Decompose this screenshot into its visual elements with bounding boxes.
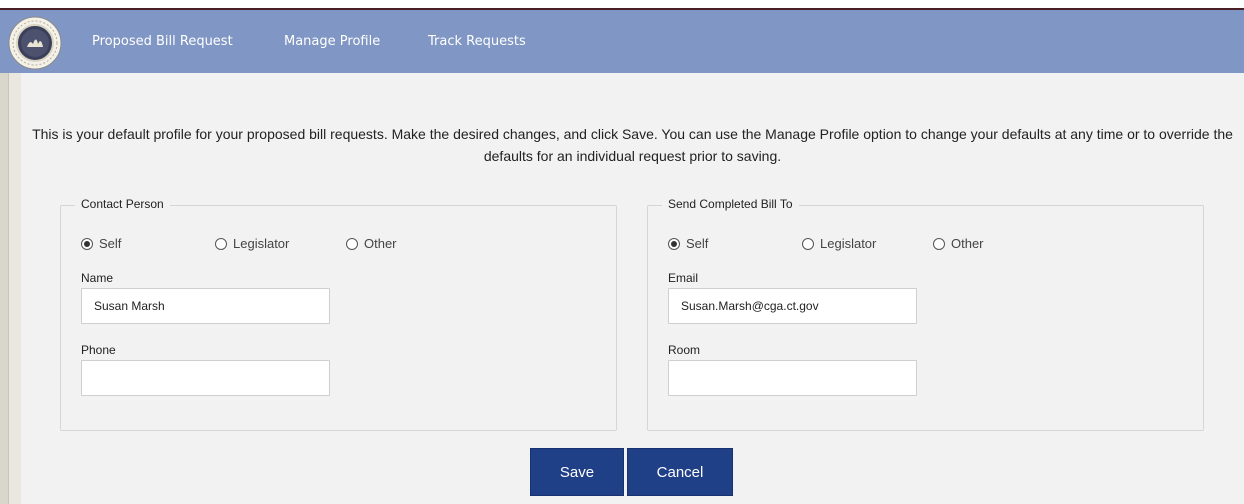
radio-unselected-icon <box>215 237 227 250</box>
send-completed-bill-fieldset: Send Completed Bill To Self Legislator O… <box>647 197 1204 431</box>
contact-person-fieldset: Contact Person Self Legislator Other Nam… <box>60 197 617 431</box>
contact-radio-self-label: Self <box>99 236 122 251</box>
contact-radio-legislator[interactable]: Legislator <box>215 236 289 251</box>
send-completed-bill-legend: Send Completed Bill To <box>662 197 799 211</box>
nav-manage-profile[interactable]: Manage Profile <box>284 34 380 49</box>
send-radio-legislator-label: Legislator <box>820 236 877 251</box>
name-input[interactable] <box>81 288 330 324</box>
contact-radio-self[interactable]: Self <box>81 236 121 251</box>
cancel-button[interactable]: Cancel <box>627 448 733 496</box>
main-content: This is your default profile for your pr… <box>21 73 1244 504</box>
send-radio-self[interactable]: Self <box>668 236 708 251</box>
intro-text: This is your default profile for your pr… <box>32 126 1233 164</box>
contact-radio-legislator-label: Legislator <box>233 236 290 251</box>
contact-person-legend: Contact Person <box>75 197 170 211</box>
send-radio-other[interactable]: Other <box>933 236 984 251</box>
radio-selected-icon <box>81 237 93 250</box>
name-label: Name <box>81 271 114 285</box>
phone-label: Phone <box>81 343 116 357</box>
phone-input[interactable] <box>81 360 330 396</box>
save-button[interactable]: Save <box>530 448 624 496</box>
radio-selected-icon <box>668 237 680 250</box>
email-label: Email <box>668 271 699 285</box>
email-input[interactable] <box>668 288 917 324</box>
top-navbar: Proposed Bill Request Manage Profile Tra… <box>0 10 1244 73</box>
contact-radio-other[interactable]: Other <box>346 236 397 251</box>
contact-radio-other-label: Other <box>364 236 397 251</box>
radio-unselected-icon <box>346 237 358 250</box>
radio-unselected-icon <box>802 237 814 250</box>
radio-unselected-icon <box>933 237 945 250</box>
send-radio-other-label: Other <box>951 236 984 251</box>
nav-track-requests[interactable]: Track Requests <box>428 34 526 49</box>
top-border <box>0 0 1244 10</box>
cga-seal-logo[interactable] <box>8 16 62 70</box>
room-label: Room <box>668 343 701 357</box>
send-radio-self-label: Self <box>686 236 709 251</box>
nav-proposed-bill-request[interactable]: Proposed Bill Request <box>92 34 233 49</box>
send-radio-legislator[interactable]: Legislator <box>802 236 876 251</box>
left-gutter <box>0 73 9 504</box>
room-input[interactable] <box>668 360 917 396</box>
